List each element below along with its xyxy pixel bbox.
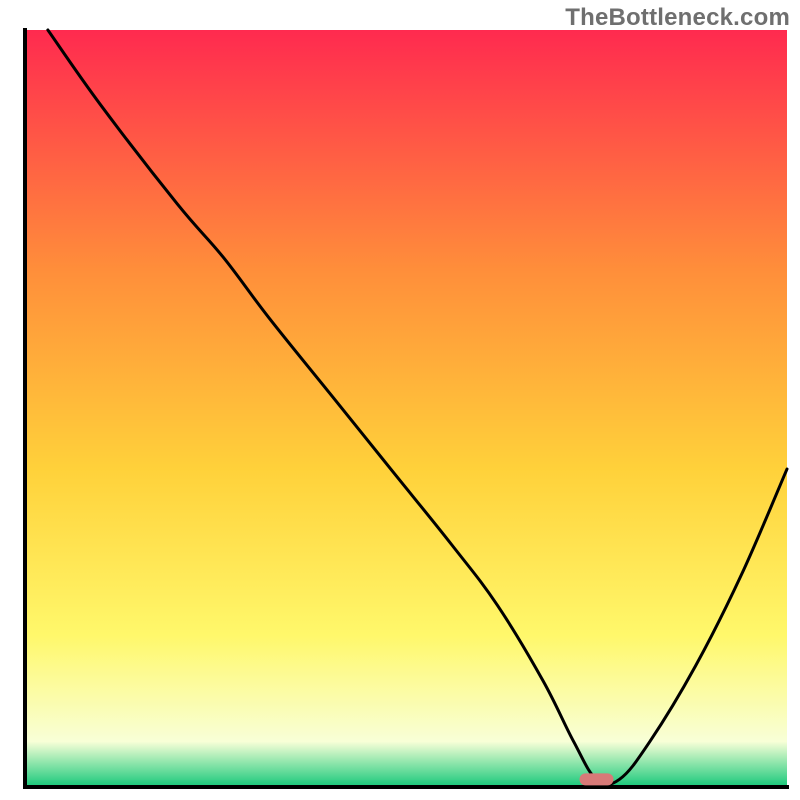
gradient-background — [25, 30, 787, 787]
bottleneck-chart — [0, 0, 800, 800]
optimal-marker — [580, 773, 614, 785]
chart-container: TheBottleneck.com — [0, 0, 800, 800]
